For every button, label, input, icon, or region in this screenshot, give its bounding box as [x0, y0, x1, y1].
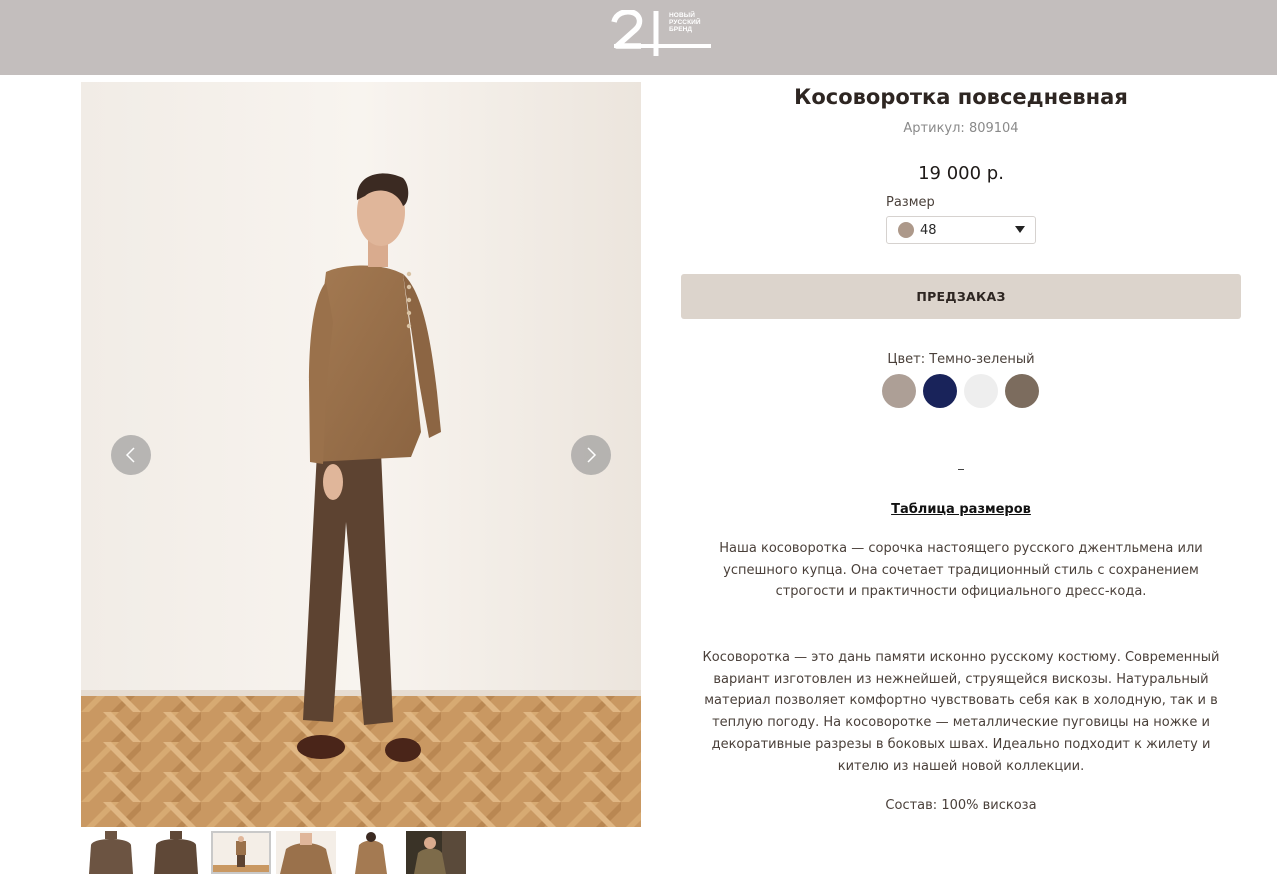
- thumbnail-5[interactable]: [341, 831, 401, 874]
- product-sku: Артикул: 809104: [903, 121, 1019, 136]
- divider-dash: [958, 469, 964, 470]
- chevron-right-icon: [587, 447, 597, 463]
- size-table-link[interactable]: Таблица размеров: [891, 502, 1031, 517]
- color-swatch-navy[interactable]: [923, 374, 957, 408]
- chevron-left-icon: [125, 447, 135, 463]
- size-table-wrapper: Таблица размеров: [681, 498, 1241, 517]
- description-paragraph-2: Косоворотка — это дань памяти исконно ру…: [702, 650, 1220, 774]
- color-swatch-taupe[interactable]: [882, 374, 916, 408]
- brand-logo[interactable]: НОВЫЙ РУССКИЙ БРЕНД: [611, 10, 713, 60]
- color-label: Цвет: Темно-зеленый: [887, 352, 1035, 367]
- size-select[interactable]: 48: [886, 216, 1036, 244]
- thumbnail-1[interactable]: [81, 831, 141, 874]
- product-gallery: [81, 82, 641, 827]
- description-paragraph-1: Наша косоворотка — сорочка настоящего ру…: [719, 541, 1203, 600]
- gallery-prev-button[interactable]: [111, 435, 151, 475]
- size-label: Размер: [886, 195, 935, 210]
- preorder-button[interactable]: ПРЕДЗАКАЗ: [681, 274, 1241, 319]
- color-swatch-brown[interactable]: [1005, 374, 1039, 408]
- size-color-dot: [898, 222, 914, 238]
- product-price: 19 000 р.: [918, 163, 1004, 184]
- thumbnail-2[interactable]: [146, 831, 206, 874]
- product-photo[interactable]: [81, 82, 641, 827]
- product-composition: Состав: 100% вискоза: [885, 798, 1037, 813]
- thumbnail-4[interactable]: [276, 831, 336, 874]
- site-header: НОВЫЙ РУССКИЙ БРЕНД: [0, 0, 1277, 75]
- gallery-next-button[interactable]: [571, 435, 611, 475]
- logo-wordmark: НОВЫЙ РУССКИЙ БРЕНД: [669, 12, 701, 33]
- color-swatch-white[interactable]: [964, 374, 998, 408]
- thumbnail-3[interactable]: [211, 831, 271, 874]
- size-selected-value: 48: [920, 222, 937, 238]
- product-title: Косоворотка повседневная: [794, 85, 1128, 109]
- caret-down-icon: [1015, 226, 1025, 233]
- thumbnail-strip: [81, 831, 481, 874]
- thumbnail-6[interactable]: [406, 831, 466, 874]
